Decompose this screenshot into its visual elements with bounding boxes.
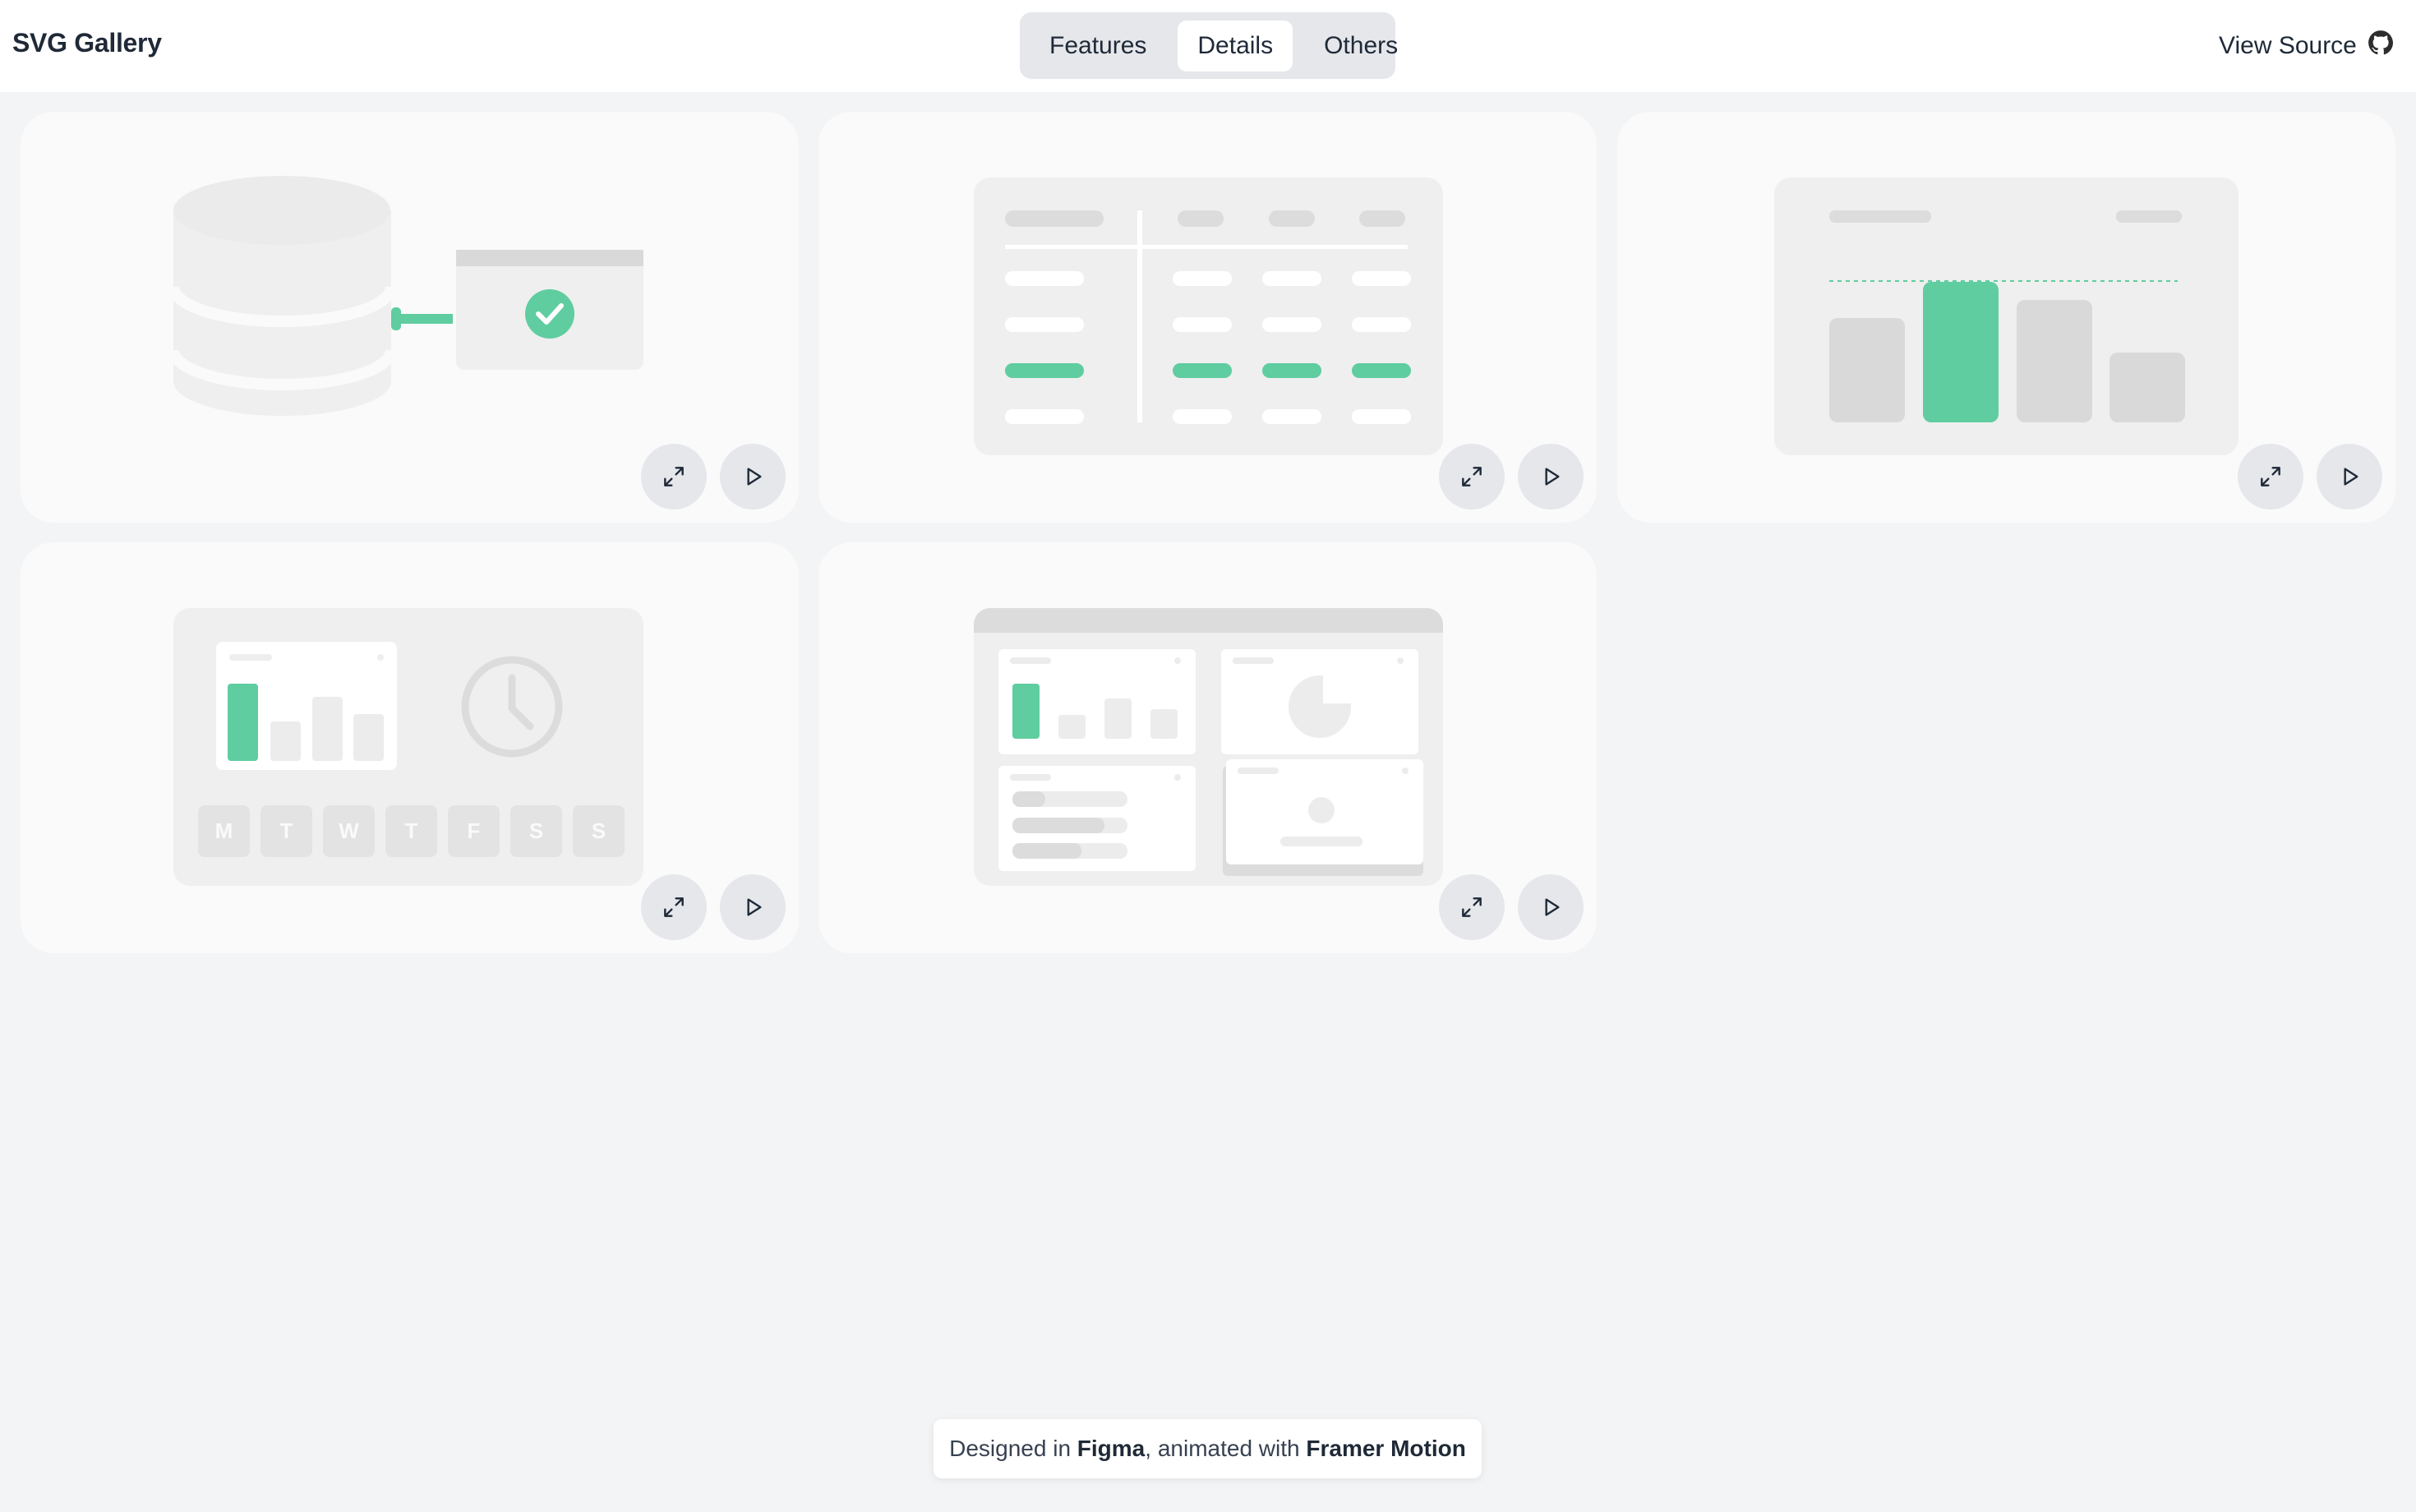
weekday-row: M T W T F S S: [198, 805, 625, 857]
credits-middle: , animated with: [1145, 1436, 1307, 1461]
weekday-cell: T: [385, 805, 437, 857]
gallery-card-table[interactable]: [818, 112, 1597, 523]
tab-details[interactable]: Details: [1178, 20, 1293, 71]
gallery-card-bar-chart[interactable]: [1617, 112, 2395, 523]
weekday-cell: S: [573, 805, 625, 857]
expand-icon: [1462, 467, 1482, 486]
tab-others[interactable]: Others: [1304, 21, 1418, 71]
credits-badge: Designed in Figma, animated with Framer …: [934, 1419, 1482, 1478]
expand-icon: [2261, 467, 2280, 486]
weekday-cell: M: [198, 805, 250, 857]
play-button[interactable]: [720, 874, 786, 940]
play-icon: [2344, 468, 2358, 486]
expand-icon: [1462, 897, 1482, 917]
weekday-cell: S: [510, 805, 562, 857]
category-tabs: Features Details Others: [1020, 12, 1398, 79]
tab-features[interactable]: Features: [1030, 21, 1166, 71]
view-source-link[interactable]: View Source: [2219, 30, 2395, 62]
expand-button[interactable]: [1439, 874, 1505, 940]
credits-tool-figma: Figma: [1077, 1436, 1146, 1461]
play-button[interactable]: [1518, 444, 1584, 509]
expand-icon: [664, 897, 684, 917]
play-button[interactable]: [1518, 874, 1584, 940]
gallery-card-database[interactable]: [21, 112, 799, 523]
expand-icon: [664, 467, 684, 486]
play-icon: [747, 468, 762, 486]
expand-button[interactable]: [641, 874, 707, 940]
github-icon: [2367, 29, 2395, 63]
weekday-cell: W: [323, 805, 375, 857]
play-button[interactable]: [720, 444, 786, 509]
play-icon: [747, 898, 762, 916]
weekday-cell: F: [448, 805, 500, 857]
brand-title: SVG Gallery: [12, 28, 162, 58]
view-source-label: View Source: [2219, 32, 2357, 59]
expand-button[interactable]: [2238, 444, 2303, 509]
gallery-card-dashboard[interactable]: [818, 542, 1597, 953]
play-icon: [1545, 468, 1560, 486]
credits-prefix: Designed in: [949, 1436, 1077, 1461]
weekday-cell: T: [261, 805, 312, 857]
play-icon: [1545, 898, 1560, 916]
expand-button[interactable]: [1439, 444, 1505, 509]
credits-tool-framer-motion: Framer Motion: [1306, 1436, 1466, 1461]
top-bar: SVG Gallery Features Details Others View…: [0, 0, 2416, 92]
expand-button[interactable]: [641, 444, 707, 509]
play-button[interactable]: [2317, 444, 2382, 509]
gallery-card-schedule[interactable]: M T W T F S S: [21, 542, 799, 953]
